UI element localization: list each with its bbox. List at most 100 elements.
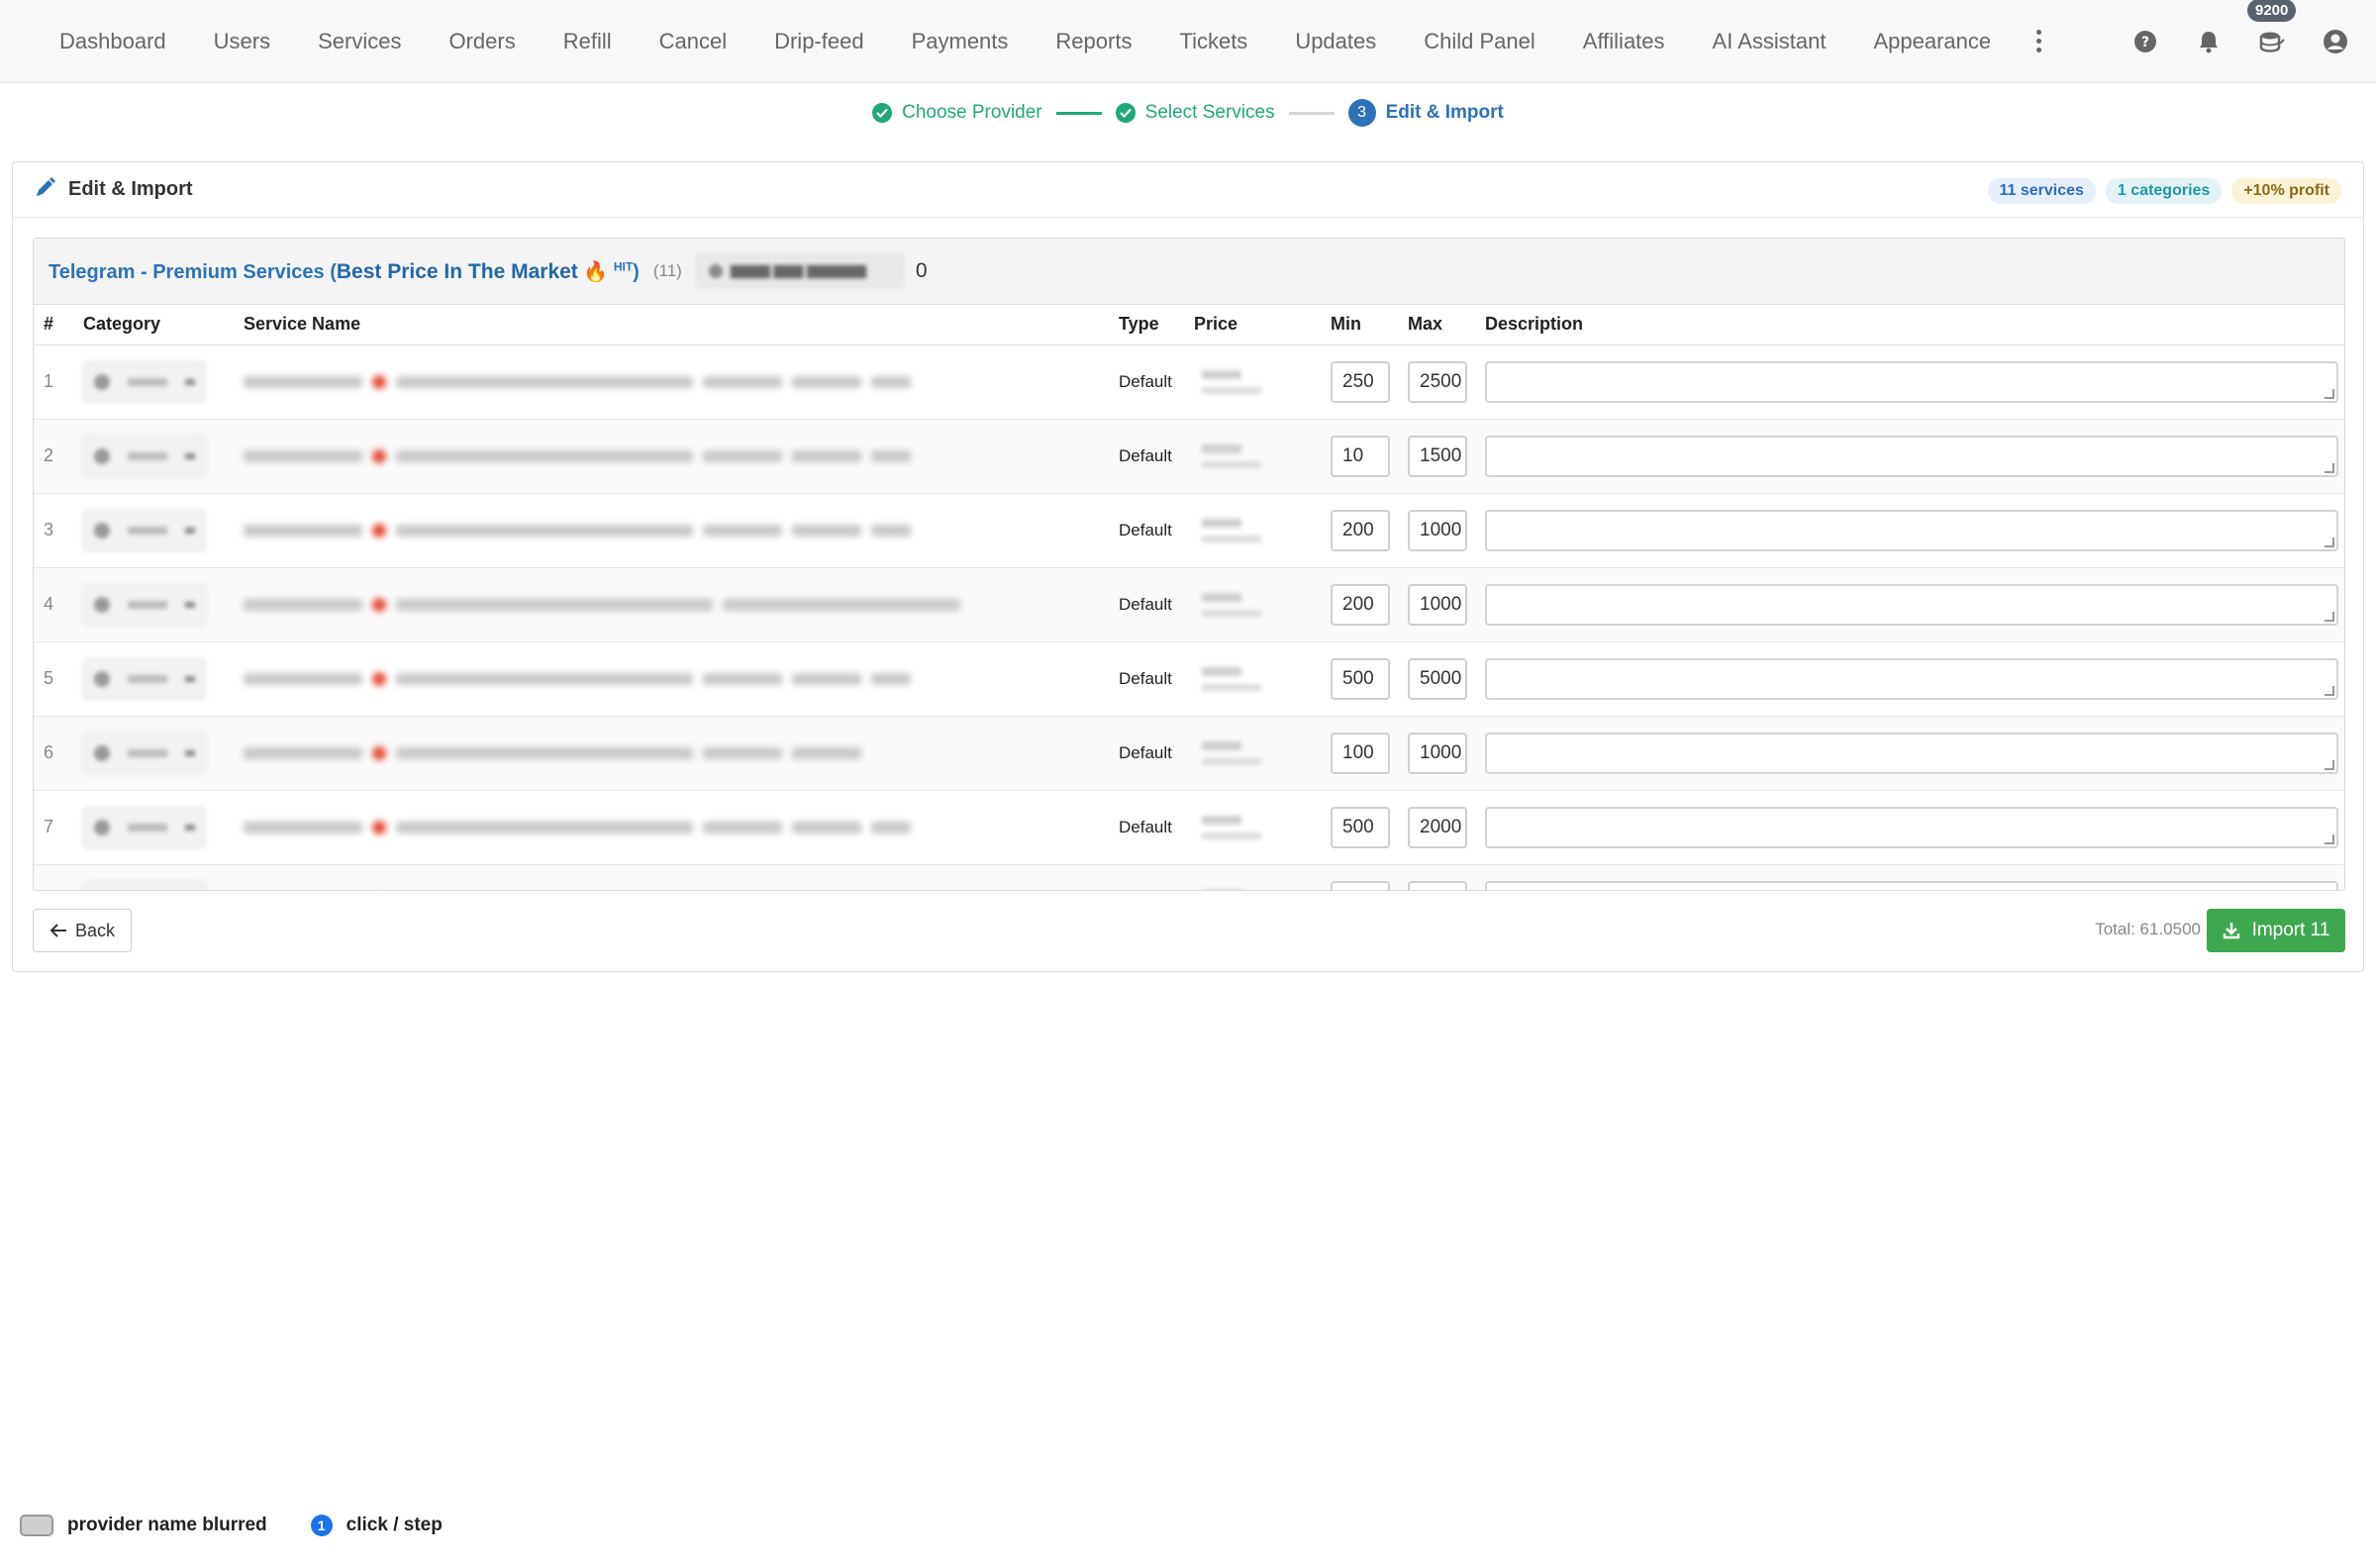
row-min-input[interactable]: 10 (1331, 880, 1390, 890)
row-category-select[interactable] (83, 732, 206, 774)
nav-reports[interactable]: Reports (1032, 0, 1155, 83)
nav-updates[interactable]: Updates (1271, 0, 1400, 83)
row-description-input[interactable] (1485, 360, 2338, 403)
resize-grip-icon[interactable] (2325, 611, 2334, 622)
table-row: 1 Default 250 2500 (34, 344, 2344, 420)
resize-grip-icon[interactable] (2325, 537, 2334, 547)
category-card: Telegram - Premium Services (Best Price … (33, 238, 2345, 891)
more-vertical-icon[interactable] (2019, 0, 2058, 83)
table-row: 6 Default 100 1000 (34, 716, 2344, 791)
nav-tickets[interactable]: Tickets (1155, 0, 1271, 83)
row-max-input[interactable]: 1000 (1408, 583, 1467, 626)
download-icon (2223, 923, 2239, 939)
back-button[interactable]: Back (33, 909, 132, 952)
row-price-input[interactable] (1194, 583, 1305, 627)
row-max-input[interactable]: 2000 (1408, 806, 1467, 848)
row-number: 1 (44, 371, 54, 391)
step-choose-provider[interactable]: Choose Provider (872, 102, 1042, 124)
row-price-input[interactable] (1194, 360, 1305, 404)
category-zero-value: 0 (915, 259, 928, 282)
row-max-input[interactable]: 5000 (1408, 657, 1467, 700)
row-max-input[interactable]: 5000 (1408, 880, 1467, 890)
create-category-button[interactable]: ▇▇▇▇ ▇▇▇ ▇▇▇▇▇▇ (695, 253, 904, 289)
panel-header: Edit & Import 11 services 1 categories +… (13, 162, 2363, 218)
step-select-services[interactable]: Select Services (1115, 102, 1275, 124)
nav-drip-feed[interactable]: Drip-feed (750, 0, 887, 83)
row-description-input[interactable] (1485, 732, 2338, 774)
hit-label: HIT (613, 258, 634, 273)
row-min-input[interactable]: 200 (1331, 583, 1390, 626)
nav-right-icons: ? 9200 (2132, 0, 2348, 83)
check-icon (1115, 103, 1136, 123)
nav-cancel[interactable]: Cancel (636, 0, 750, 83)
coins-icon[interactable]: 9200 (2247, 0, 2297, 54)
row-price-input[interactable] (1194, 880, 1305, 890)
row-description-input[interactable] (1485, 657, 2338, 700)
nav-ai-assistant[interactable]: AI Assistant (1689, 0, 1850, 83)
row-min-input[interactable]: 10 (1331, 435, 1390, 477)
row-category-select[interactable] (83, 360, 206, 403)
nav-orders[interactable]: Orders (425, 0, 539, 83)
nav-appearance[interactable]: Appearance (1849, 0, 2015, 83)
legend-step-label: click / step (346, 1515, 443, 1535)
row-number: 6 (44, 742, 54, 762)
resize-grip-icon[interactable] (2325, 685, 2334, 696)
account-icon[interactable] (2323, 29, 2348, 54)
nav-refill[interactable]: Refill (540, 0, 636, 83)
col-header-type: Type (1109, 305, 1184, 345)
row-type: Default (1119, 818, 1172, 836)
resize-grip-icon[interactable] (2325, 759, 2334, 770)
row-category-select[interactable] (83, 509, 206, 551)
fire-icon: 🔥 (583, 260, 609, 283)
resize-grip-icon[interactable] (2325, 388, 2334, 399)
resize-grip-icon[interactable] (2325, 833, 2334, 844)
nav-affiliates[interactable]: Affiliates (1559, 0, 1689, 83)
bell-icon[interactable] (2196, 29, 2222, 54)
row-price-input[interactable] (1194, 657, 1305, 701)
row-max-input[interactable]: 1000 (1408, 732, 1467, 774)
row-type: Default (1119, 595, 1172, 614)
nav-dashboard[interactable]: Dashboard (36, 0, 190, 83)
row-min-input[interactable]: 500 (1331, 806, 1390, 848)
step-label: Choose Provider (902, 102, 1042, 123)
nav-services[interactable]: Services (294, 0, 425, 83)
row-description-input[interactable] (1485, 583, 2338, 626)
row-service-name-blurred (244, 516, 1109, 545)
step-marker-icon: 1 (310, 1515, 333, 1536)
row-description-input[interactable] (1485, 880, 2338, 890)
row-price-input[interactable] (1194, 509, 1305, 552)
row-category-select[interactable] (83, 880, 206, 890)
nav-users[interactable]: Users (190, 0, 294, 83)
services-count-badge: 11 services (1987, 178, 2096, 204)
table-row: 4 Default 200 1000 (34, 567, 2344, 642)
row-min-input[interactable]: 250 (1331, 360, 1390, 403)
row-min-input[interactable]: 500 (1331, 657, 1390, 700)
nav-child-panel[interactable]: Child Panel (1400, 0, 1559, 83)
row-max-input[interactable]: 1500 (1408, 435, 1467, 477)
row-description-input[interactable] (1485, 806, 2338, 848)
nav-payments[interactable]: Payments (888, 0, 1033, 83)
row-description-input[interactable] (1485, 435, 2338, 477)
row-description-input[interactable] (1485, 509, 2338, 551)
row-min-input[interactable]: 200 (1331, 509, 1390, 551)
row-price-input[interactable] (1194, 732, 1305, 775)
category-title-prefix: Telegram - Premium Services ( (49, 260, 337, 283)
panel-title: Edit & Import (68, 178, 193, 200)
row-max-input[interactable]: 2500 (1408, 360, 1467, 403)
row-category-select[interactable] (83, 657, 206, 700)
services-table-scroll[interactable]: # Category Service Name Type Price Min M… (34, 305, 2344, 890)
table-header-row: # Category Service Name Type Price Min M… (34, 305, 2344, 345)
row-category-select[interactable] (83, 583, 206, 626)
row-price-input[interactable] (1194, 435, 1305, 478)
help-icon[interactable]: ? (2132, 29, 2158, 54)
row-price-input[interactable] (1194, 806, 1305, 849)
row-service-name-blurred (244, 813, 1109, 842)
row-type: Default (1119, 372, 1172, 391)
row-min-input[interactable]: 100 (1331, 732, 1390, 774)
resize-grip-icon[interactable] (2325, 462, 2334, 473)
row-max-input[interactable]: 1000 (1408, 509, 1467, 551)
step-connector (1288, 111, 1335, 115)
row-category-select[interactable] (83, 806, 206, 848)
row-category-select[interactable] (83, 435, 206, 477)
import-button[interactable]: Import 11 (2207, 909, 2345, 952)
